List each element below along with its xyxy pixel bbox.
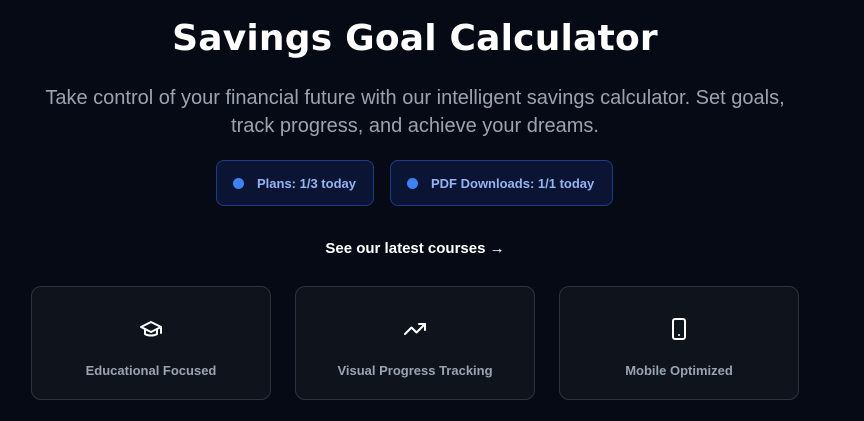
feature-label: Visual Progress Tracking [337,363,493,378]
feature-label: Educational Focused [85,363,217,378]
pdf-downloads-usage-badge: PDF Downloads: 1/1 today [390,160,613,206]
feature-cards: Educational Focused Visual Progress Trac… [31,286,799,400]
feature-label: Mobile Optimized [625,363,733,378]
smartphone-icon [667,317,691,341]
trending-up-icon [403,317,427,341]
page-title: Savings Goal Calculator [172,18,658,59]
page: Savings Goal Calculator Take control of … [0,0,864,421]
status-dot-icon [407,177,418,189]
feature-card-educational: Educational Focused [31,286,271,400]
page-subtitle: Take control of your financial future wi… [45,87,785,137]
feature-card-mobile: Mobile Optimized [559,286,799,400]
feature-card-progress: Visual Progress Tracking [295,286,535,400]
status-dot-icon [233,177,244,189]
pdf-downloads-usage-label: PDF Downloads: 1/1 today [431,175,595,191]
plans-usage-badge: Plans: 1/3 today [216,160,374,206]
plans-usage-label: Plans: 1/3 today [257,175,356,191]
latest-courses-link[interactable]: See our latest courses → [0,240,830,257]
usage-badges: Plans: 1/3 today PDF Downloads: 1/1 toda… [216,160,613,206]
graduation-cap-icon [139,317,163,341]
